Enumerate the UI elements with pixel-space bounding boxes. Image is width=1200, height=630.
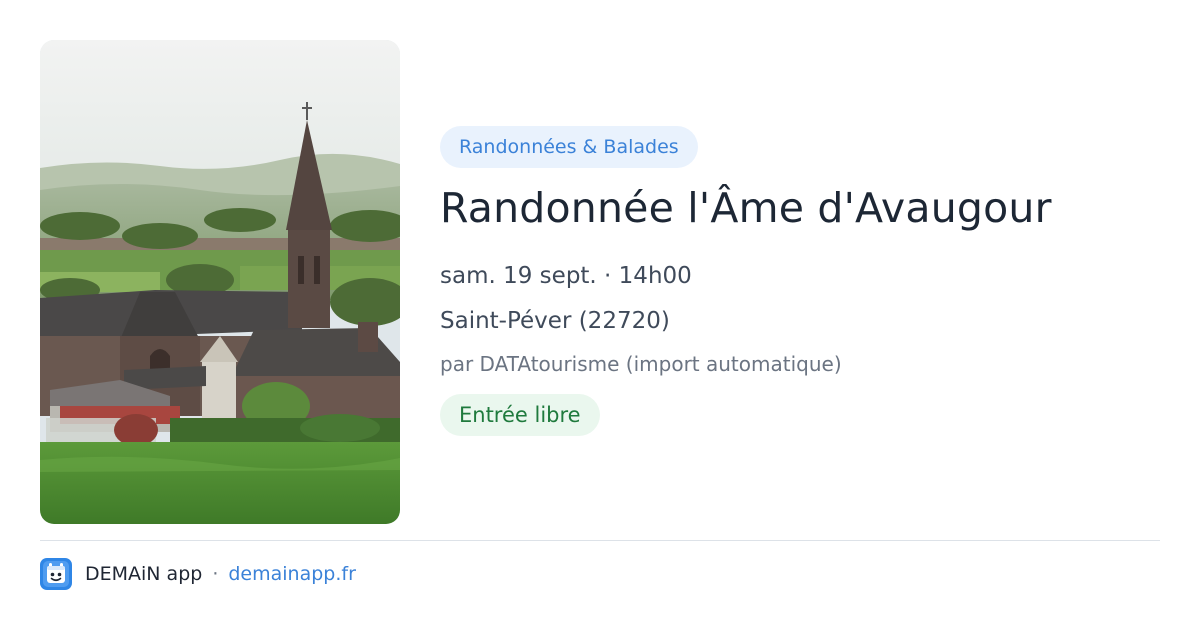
event-title[interactable]: Randonnée l'Âme d'Avaugour bbox=[440, 184, 1052, 232]
footer-divider bbox=[40, 540, 1160, 541]
price-badge: Entrée libre bbox=[440, 394, 600, 436]
event-location: Saint-Péver (22720) bbox=[440, 308, 670, 334]
footer-separator: · bbox=[212, 563, 219, 585]
event-datetime: sam. 19 sept. · 14h00 bbox=[440, 263, 692, 289]
event-photo bbox=[40, 40, 400, 524]
demain-app-logo-icon[interactable] bbox=[40, 558, 72, 590]
app-url-link[interactable]: demainapp.fr bbox=[228, 563, 356, 585]
event-organizer: par DATAtourisme (import automatique) bbox=[440, 352, 842, 376]
footer: DEMAiN app · demainapp.fr bbox=[40, 558, 356, 590]
app-name: DEMAiN app bbox=[85, 563, 203, 585]
category-badge[interactable]: Randonnées & Balades bbox=[440, 126, 698, 168]
